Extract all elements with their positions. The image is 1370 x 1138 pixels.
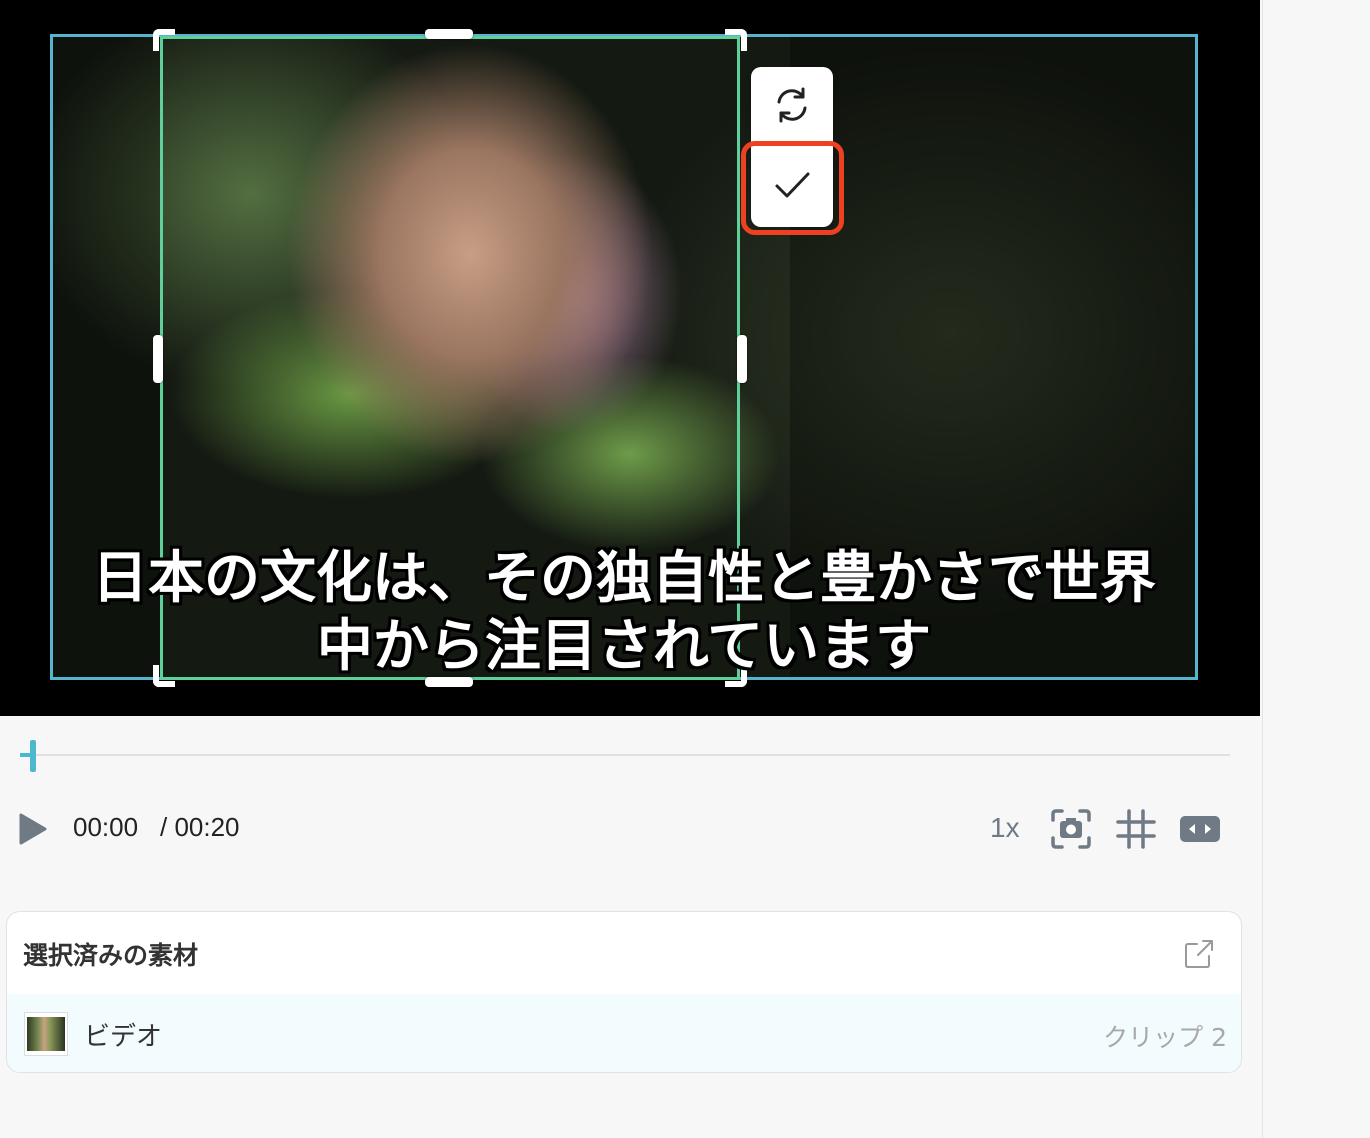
timeline-track[interactable] [20, 754, 1230, 756]
grid-icon [1115, 809, 1157, 854]
playhead[interactable] [30, 740, 36, 772]
crop-handle-top[interactable] [425, 29, 473, 39]
rotate-icon [772, 85, 812, 129]
editor-root: 日本の文化は、その独自性と豊かさで世界 中から注目されています 00:00 / … [0, 0, 1370, 1138]
crop-handle-left[interactable] [153, 335, 163, 383]
play-button[interactable] [18, 812, 48, 846]
aspect-ratio-button[interactable] [1179, 808, 1221, 850]
crop-handle-top-left[interactable] [153, 29, 175, 51]
crop-handle-top-right[interactable] [725, 29, 747, 51]
subtitle-line-1: 日本の文化は、その独自性と豊かさで世界 [92, 546, 1156, 611]
asset-name: ビデオ [84, 1022, 163, 1052]
selected-assets-card: 選択済みの素材 ビデオ クリップ 2 [6, 911, 1242, 1073]
grid-button[interactable] [1115, 808, 1157, 850]
asset-thumbnail [24, 1012, 68, 1056]
video-thumbnail-image [27, 1017, 65, 1051]
asset-list-item[interactable]: ビデオ クリップ 2 [7, 994, 1241, 1072]
subtitle: 日本の文化は、その独自性と豊かさで世界 中から注目されています [50, 545, 1198, 681]
crop-toolbar [751, 67, 833, 227]
open-external-button[interactable] [1183, 938, 1215, 970]
right-panel [1262, 0, 1370, 1138]
screenshot-icon [1050, 809, 1092, 854]
selected-assets-title: 選択済みの素材 [23, 941, 199, 970]
asset-clip-label: クリップ 2 [1103, 1023, 1227, 1052]
screenshot-button[interactable] [1050, 808, 1092, 850]
play-icon [18, 813, 48, 850]
current-time: 00:00 [73, 812, 139, 842]
video-preview: 日本の文化は、その独自性と豊かさで世界 中から注目されています [0, 0, 1260, 716]
timeline[interactable] [20, 740, 1230, 772]
total-time: / 00:20 [160, 812, 240, 842]
subtitle-line-2: 中から注目されています [316, 614, 932, 679]
confirm-crop-button[interactable] [751, 147, 833, 227]
crop-handle-right[interactable] [737, 335, 747, 383]
playback-controls: 00:00 / 00:20 1x [0, 800, 1260, 858]
rotate-button[interactable] [751, 67, 833, 147]
playback-speed-button[interactable]: 1x [990, 812, 1020, 844]
aspect-ratio-icon [1179, 816, 1221, 854]
check-icon [772, 165, 812, 209]
external-link-icon [1183, 940, 1215, 974]
